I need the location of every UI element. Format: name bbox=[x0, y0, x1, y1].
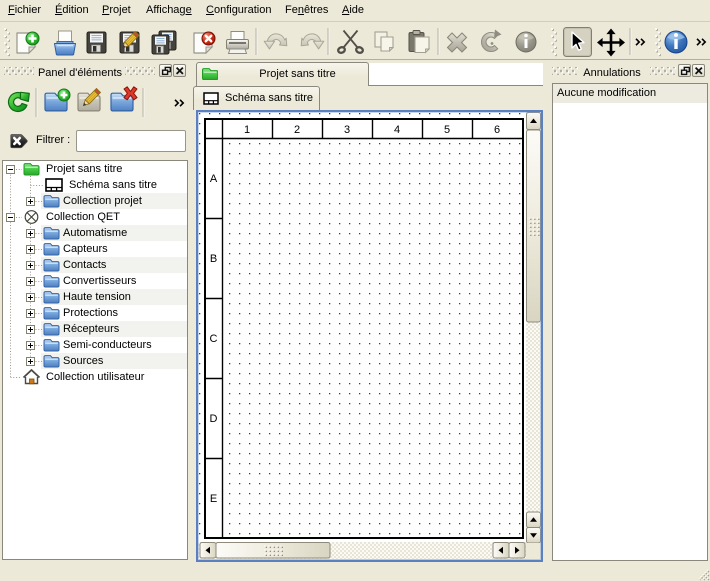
svg-text:5: 5 bbox=[444, 124, 450, 136]
svg-text:6: 6 bbox=[494, 124, 500, 136]
svg-text:2: 2 bbox=[294, 124, 300, 136]
svg-text:B: B bbox=[210, 253, 217, 265]
svg-text:E: E bbox=[210, 493, 217, 505]
svg-text:1: 1 bbox=[244, 124, 250, 136]
svg-text:4: 4 bbox=[394, 124, 400, 136]
svg-text:D: D bbox=[210, 413, 218, 425]
svg-text:C: C bbox=[210, 333, 218, 345]
svg-text:3: 3 bbox=[344, 124, 350, 136]
svg-text:A: A bbox=[210, 173, 218, 185]
